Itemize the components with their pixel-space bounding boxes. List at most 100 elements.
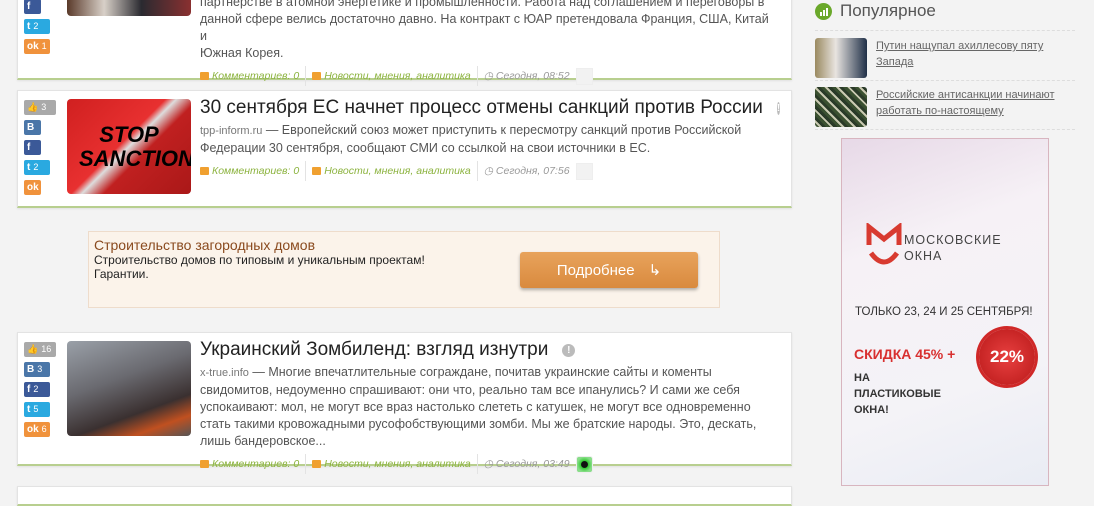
time-label: Сегодня, 08:52: [495, 70, 570, 82]
popular-link[interactable]: Путин нащупал ахиллесову пяту Запада: [876, 38, 1075, 78]
banner-dates: ТОЛЬКО 23, 24 И 25 СЕНТЯБРЯ!: [855, 306, 1033, 318]
popular-item[interactable]: Российские антисанкции начинают работать…: [815, 87, 1075, 127]
article-card: f t2 ok 1 партнерстве в атомной энергетик…: [17, 0, 792, 86]
ok-share-button[interactable]: ok 6: [24, 422, 50, 437]
twitter-icon: t: [27, 162, 31, 173]
article-excerpt: — Европейский союз может приступить к пе…: [200, 123, 742, 155]
comments-link[interactable]: Комментариев: 0: [200, 454, 307, 474]
author-avatar[interactable]: [575, 67, 593, 85]
popular-item[interactable]: Путин нащупал ахиллесову пяту Запада: [815, 38, 1075, 78]
article-thumbnail[interactable]: STOP SANCTIONS: [67, 99, 191, 194]
banner-product: НА ПЛАСТИКОВЫЕ ОКНА!: [854, 372, 941, 416]
category-label: Новости, мнения, аналитика: [324, 70, 471, 82]
ok-share-button[interactable]: ok: [24, 180, 41, 195]
discount-badge: 22%: [979, 329, 1035, 385]
thumbs-up-icon: 👍: [27, 344, 39, 354]
ad-title[interactable]: Строительство загородных домов: [94, 237, 315, 253]
article-excerpt-line: партнерстве в атомной энергетике и промы…: [200, 0, 765, 9]
category-link[interactable]: Новости, мнения, аналитика: [306, 161, 478, 181]
divider: [815, 129, 1075, 130]
social-buttons: 👍 16 B3 f2 t5 ok 6: [24, 342, 56, 442]
facebook-share-button[interactable]: f: [24, 0, 41, 14]
timestamp: ◷ Сегодня, 08:52: [478, 66, 576, 86]
like-button[interactable]: 👍 16: [24, 342, 56, 357]
article-card: 👍3 B f t2 ok STOP SANCTIONS 30 сентября …: [17, 90, 792, 208]
facebook-share-button[interactable]: f: [24, 140, 41, 155]
popular-heading: Популярное: [815, 1, 936, 21]
twitter-share-button[interactable]: t2: [24, 160, 50, 175]
facebook-icon: f: [27, 384, 31, 395]
article-card: 👍 16 B3 f2 t5 ok 6 Украинский Зомбиленд: в…: [17, 332, 792, 474]
like-count: 3: [41, 102, 47, 112]
comments-link[interactable]: Комментариев: 0: [200, 66, 307, 86]
share-count: 1: [41, 41, 47, 51]
comments-count: Комментариев: 0: [212, 70, 300, 82]
clock-icon: ◷: [483, 165, 493, 177]
facebook-icon: f: [27, 1, 31, 12]
time-label: Сегодня, 07:56: [495, 165, 570, 177]
article-thumbnail[interactable]: [67, 0, 191, 16]
button-label: Подробнее: [556, 261, 635, 279]
vk-icon: B: [27, 364, 35, 375]
like-count: 16: [41, 344, 52, 354]
twitter-icon: t: [27, 21, 31, 32]
heading-label: Популярное: [840, 1, 936, 20]
popular-thumbnail[interactable]: [815, 87, 867, 127]
comment-icon: [200, 460, 209, 468]
article-thumbnail[interactable]: [67, 341, 191, 436]
category-label: Новости, мнения, аналитика: [324, 165, 471, 177]
social-buttons: 👍 3 B f t2 ok: [24, 100, 56, 200]
popular-thumbnail[interactable]: [815, 38, 867, 78]
article-card: [17, 486, 792, 506]
facebook-share-button[interactable]: f2: [24, 382, 50, 397]
folder-icon: [312, 72, 322, 80]
facebook-icon: f: [27, 142, 31, 153]
like-button[interactable]: 👍 3: [24, 100, 56, 115]
chart-icon: [815, 2, 832, 20]
thumbnail-caption: STOP SANCTIONS: [79, 121, 191, 171]
comment-icon: [200, 167, 209, 175]
vk-share-button[interactable]: B3: [24, 362, 50, 377]
vk-share-button[interactable]: B: [24, 120, 41, 135]
text-ad[interactable]: Строительство загородных домов Строитель…: [88, 231, 720, 308]
clock-icon: ◷: [483, 70, 493, 82]
share-count: 2: [33, 21, 39, 31]
author-avatar[interactable]: [575, 162, 593, 180]
info-icon[interactable]: !: [562, 343, 576, 357]
timestamp: ◷ Сегодня, 07:56: [478, 161, 576, 181]
twitter-share-button[interactable]: t2: [24, 19, 50, 34]
divider: [815, 80, 1075, 81]
comment-icon: [200, 72, 209, 80]
info-icon[interactable]: !: [776, 101, 781, 115]
windows-banner-ad[interactable]: МОСКОВСКИЕ ОКНА ТОЛЬКО 23, 24 И 25 СЕНТЯ…: [841, 138, 1049, 486]
ok-icon: ok: [27, 424, 39, 435]
ad-more-button[interactable]: Подробнее ↳: [520, 252, 698, 288]
banner-brand: МОСКОВСКИЕ ОКНА: [904, 233, 1002, 263]
brand-logo-icon: [866, 223, 902, 265]
vk-icon: B: [27, 122, 35, 133]
article-source: tpp-inform.ru: [200, 125, 263, 137]
article-excerpt-line: данной сфере велись достаточно давно. На…: [200, 12, 769, 43]
article-title[interactable]: Украинский Зомбиленд: взгляд изнутри: [200, 339, 548, 361]
comments-link[interactable]: Комментариев: 0: [200, 161, 307, 181]
ad-text: Строительство домов по типовым и уникаль…: [94, 253, 425, 281]
share-count: 2: [33, 162, 39, 172]
ok-share-button[interactable]: ok 1: [24, 39, 50, 54]
comments-count: Комментариев: 0: [212, 458, 300, 470]
article-excerpt: — Многие впечатлительные сограждане, поч…: [200, 365, 757, 448]
arrow-right-icon: ↳: [648, 262, 662, 279]
article-title[interactable]: 30 сентября ЕС начнет процесс отмены сан…: [200, 97, 763, 119]
share-count: 3: [37, 364, 43, 374]
time-label: Сегодня, 03:49: [495, 458, 570, 470]
share-count: 2: [33, 384, 39, 394]
thumbs-up-icon: 👍: [27, 102, 39, 112]
category-link[interactable]: Новости, мнения, аналитика: [306, 66, 478, 86]
author-avatar[interactable]: [575, 455, 593, 473]
timestamp: ◷ Сегодня, 03:49: [478, 454, 576, 474]
folder-icon: [312, 167, 322, 175]
comments-count: Комментариев: 0: [212, 165, 300, 177]
popular-link[interactable]: Российские антисанкции начинают работать…: [876, 87, 1075, 127]
twitter-share-button[interactable]: t5: [24, 402, 50, 417]
divider: [815, 30, 1075, 31]
category-link[interactable]: Новости, мнения, аналитика: [306, 454, 478, 474]
